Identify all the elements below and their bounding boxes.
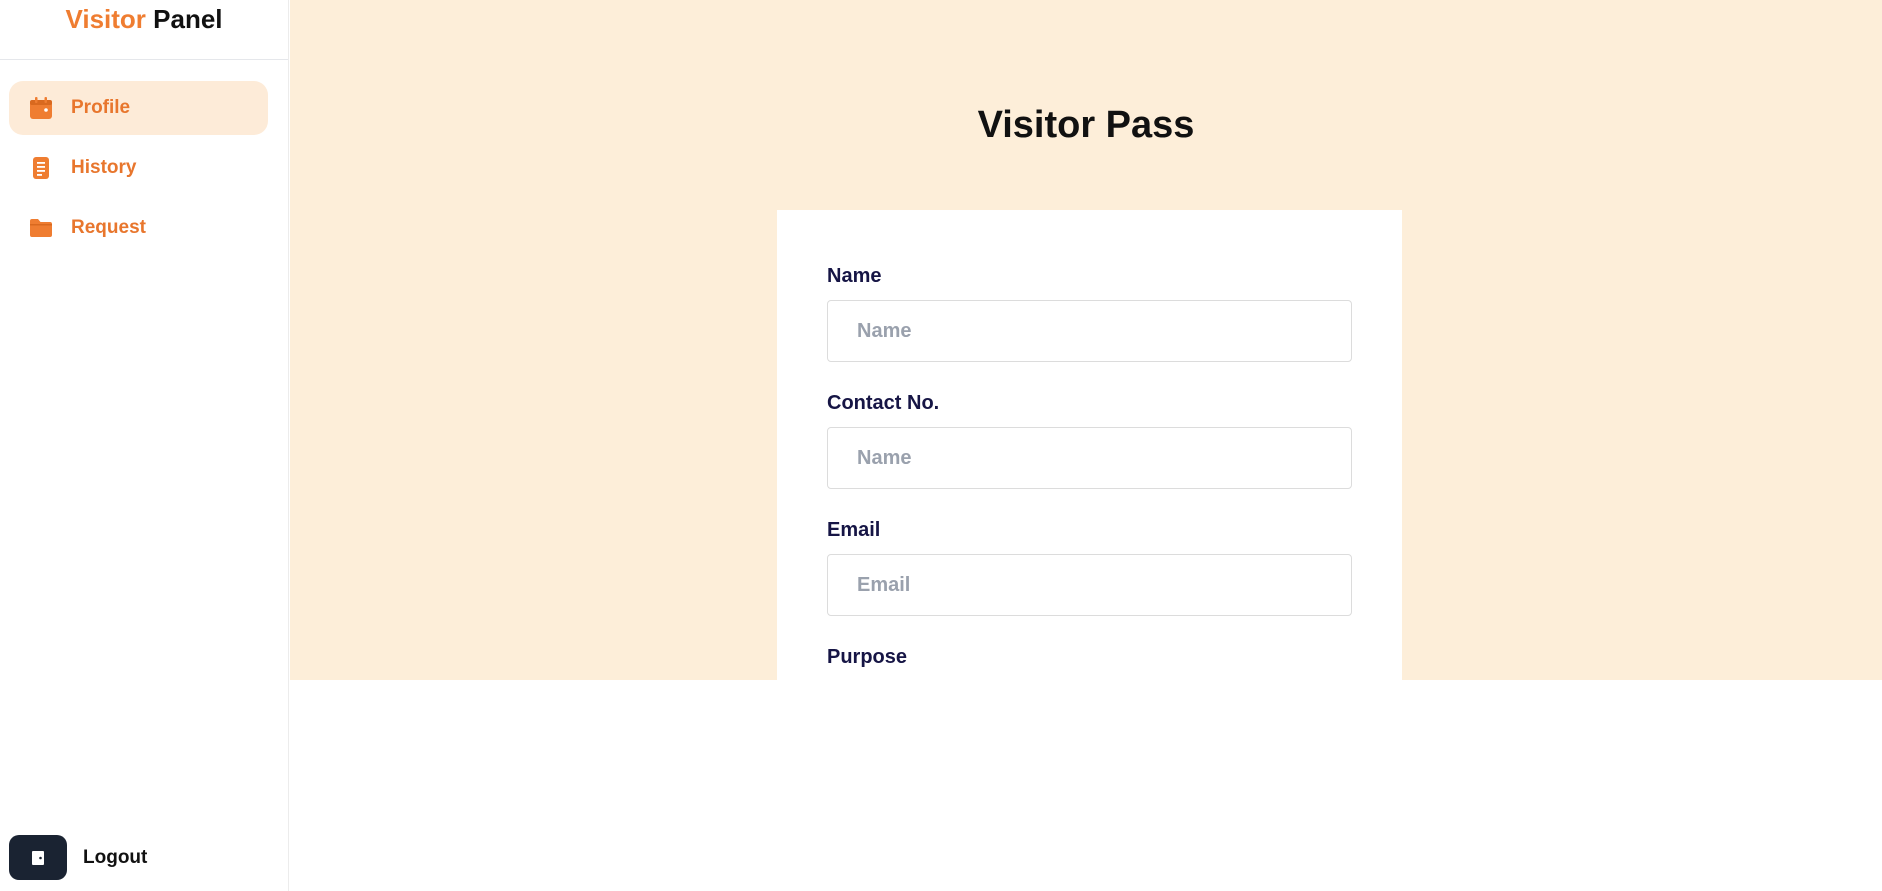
sidebar-item-request[interactable]: Request (9, 201, 268, 255)
contact-label: Contact No. (827, 392, 940, 414)
sidebar-item-history[interactable]: History (9, 141, 268, 195)
email-label: Email (827, 519, 881, 541)
sidebar-item-label: Profile (71, 97, 131, 118)
email-input[interactable] (827, 554, 1352, 616)
document-icon (33, 157, 49, 179)
brand-logo: Visitor Panel (0, 0, 288, 60)
sidebar: Visitor Panel Profile History Request Lo… (0, 0, 289, 891)
calendar-icon (30, 97, 52, 119)
purpose-label: Purpose (827, 646, 908, 668)
visitor-pass-form: Name Contact No. Email Purpose (777, 210, 1402, 680)
brand-accent: Visitor (65, 4, 146, 34)
sidebar-item-profile[interactable]: Profile (9, 81, 268, 135)
door-icon (32, 850, 44, 865)
sidebar-nav: Profile History Request (0, 60, 288, 255)
logout-area: Logout (9, 835, 147, 880)
folder-icon (30, 219, 52, 237)
brand-rest: Panel (153, 4, 223, 34)
contact-input[interactable] (827, 427, 1352, 489)
sidebar-item-label: Request (71, 217, 146, 238)
name-input[interactable] (827, 300, 1352, 362)
main-content: Visitor Pass Name Contact No. Email Purp… (290, 0, 1882, 891)
page-title: Visitor Pass (977, 104, 1195, 146)
name-label: Name (827, 265, 882, 287)
visitor-pass-section: Visitor Pass Name Contact No. Email Purp… (290, 0, 1882, 680)
sidebar-item-label: History (71, 157, 137, 178)
logout-label[interactable]: Logout (83, 847, 147, 869)
logout-button[interactable] (9, 835, 67, 880)
